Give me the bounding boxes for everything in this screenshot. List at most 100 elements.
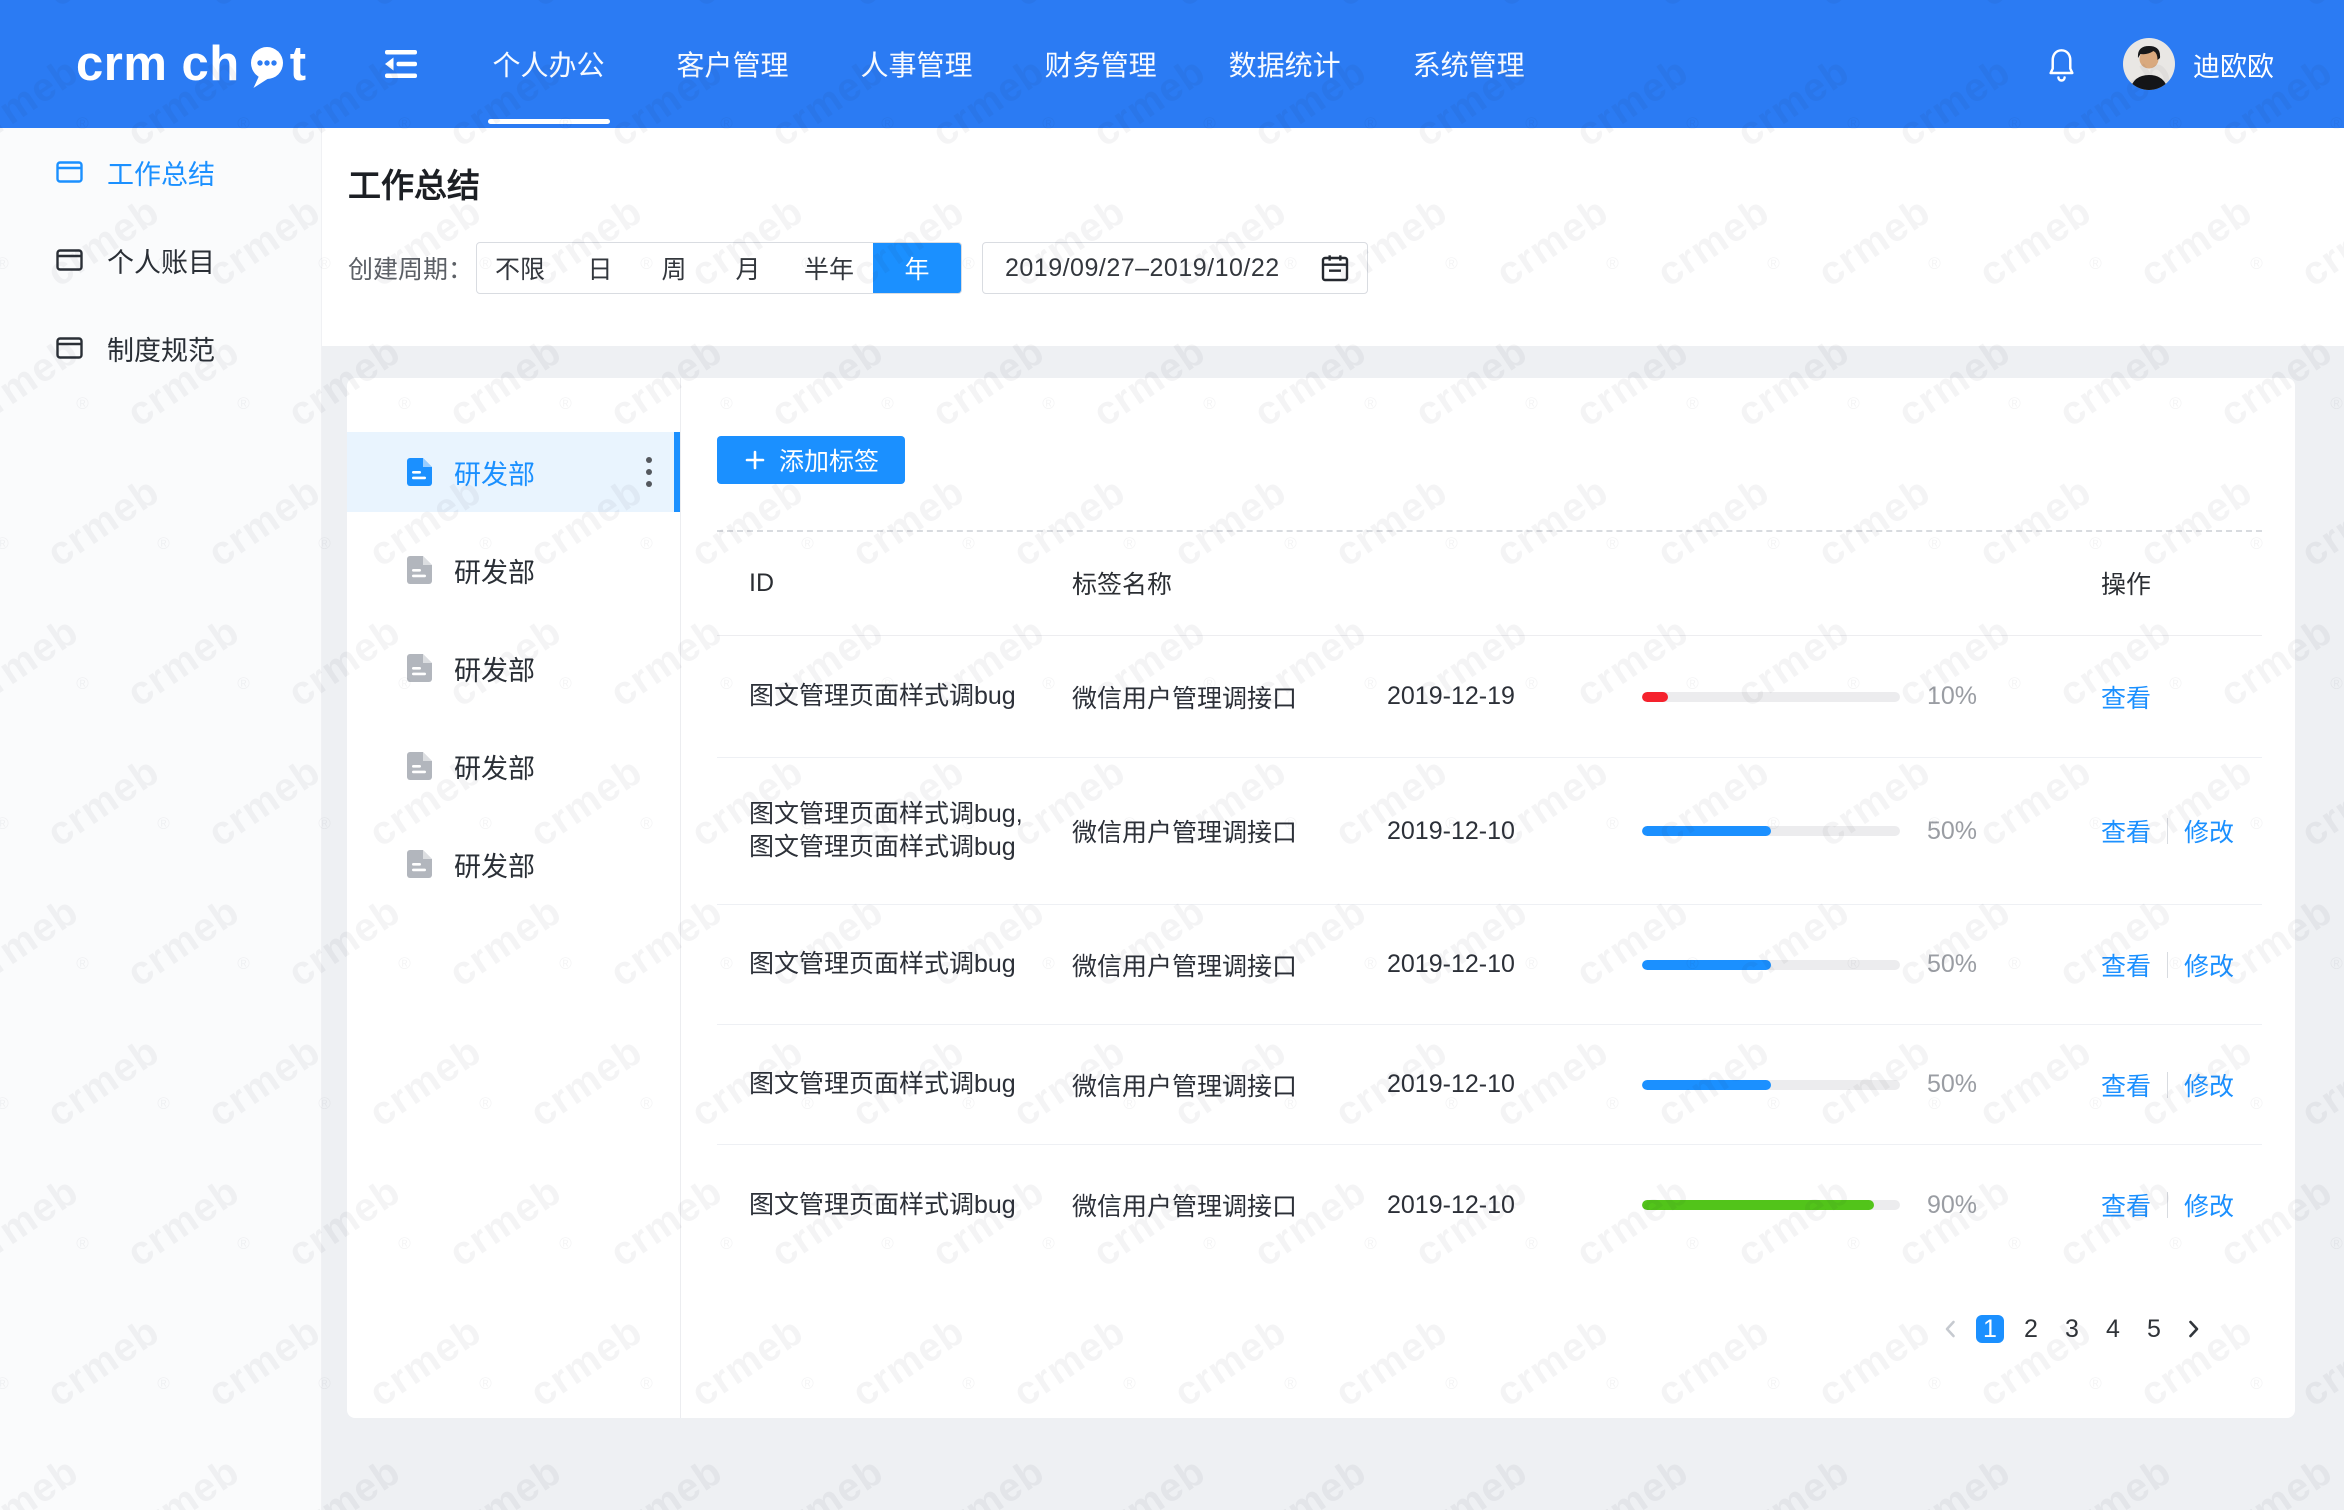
table-header-row: ID 标签名称 操作 [717, 532, 2262, 636]
cell-date: 2019-12-10 [1387, 1070, 1642, 1099]
watermark-tile: crmeb® [2051, 1449, 2180, 1510]
nav-item-4[interactable]: 财务管理 [1045, 0, 1157, 128]
action-divider [2167, 1192, 2168, 1218]
cell-percent: 50% [1915, 1070, 2015, 1099]
progress-track [1642, 1200, 1900, 1210]
progress-track [1642, 1080, 1900, 1090]
department-item-4[interactable]: 研发部 [347, 726, 680, 806]
department-item-label: 研发部 [454, 453, 535, 492]
pagination-next-icon[interactable] [2181, 1317, 2205, 1341]
page-title: 工作总结 [348, 128, 2344, 208]
sidebar-menu: 工作总结个人账目制度规范 [0, 128, 321, 392]
watermark-tile: crmeb® [1246, 1449, 1375, 1510]
progress-track [1642, 826, 1900, 836]
nav-item-label: 财务管理 [1045, 44, 1157, 84]
column-header-id: ID [717, 567, 1072, 600]
logo-text-right: t [290, 36, 307, 92]
view-link[interactable]: 查看 [2101, 679, 2151, 715]
date-range-input[interactable]: 2019/09/27–2019/10/22 [982, 242, 1368, 294]
view-link[interactable]: 查看 [2101, 1187, 2151, 1223]
notification-bell-icon[interactable] [2046, 46, 2077, 83]
cell-tag-name: 微信用户管理调接口 [1072, 679, 1387, 715]
app-logo: crm ch t [76, 36, 307, 92]
nav-item-5[interactable]: 数据统计 [1229, 0, 1341, 128]
pagination-page-2[interactable]: 2 [2017, 1315, 2045, 1343]
table-body: 图文管理页面样式调bug微信用户管理调接口2019-12-1910%查看图文管理… [717, 636, 2262, 1265]
edit-link[interactable]: 修改 [2184, 1187, 2234, 1223]
pagination-page-3[interactable]: 3 [2058, 1315, 2086, 1343]
id-line: 图文管理页面样式调bug [749, 680, 1072, 713]
period-option-6[interactable]: 年 [873, 243, 961, 293]
sidebar-item-3[interactable]: 制度规范 [0, 304, 321, 392]
edit-link[interactable]: 修改 [2184, 947, 2234, 983]
cell-progress [1642, 960, 1915, 970]
department-item-3[interactable]: 研发部 [347, 628, 680, 708]
cell-percent: 50% [1915, 950, 2015, 979]
pagination-page-4[interactable]: 4 [2099, 1315, 2127, 1343]
cell-progress [1642, 826, 1915, 836]
nav-item-3[interactable]: 人事管理 [861, 0, 973, 128]
cell-id: 图文管理页面样式调bug [717, 680, 1072, 713]
tags-table: ID 标签名称 操作 图文管理页面样式调bug微信用户管理调接口2019-12-… [717, 530, 2262, 1265]
edit-link[interactable]: 修改 [2184, 1067, 2234, 1103]
nav-item-1[interactable]: 个人办公 [493, 0, 605, 128]
watermark-tile: crmeb® [2293, 469, 2344, 576]
add-tag-button[interactable]: 添加标签 [717, 436, 905, 484]
progress-fill [1642, 1200, 1874, 1210]
progress-fill [1642, 960, 1771, 970]
cell-date: 2019-12-10 [1387, 950, 1642, 979]
nav-item-label: 系统管理 [1413, 44, 1525, 84]
document-icon [407, 752, 432, 780]
user-avatar[interactable] [2123, 38, 2175, 90]
page-head: 工作总结 创建周期： 不限日周月半年年 2019/09/27–2019/10/2… [322, 128, 2344, 346]
watermark-tile: crmeb® [441, 1449, 570, 1510]
chat-bubble-icon [246, 44, 288, 90]
cell-tag-name: 微信用户管理调接口 [1072, 947, 1387, 983]
department-item-2[interactable]: 研发部 [347, 530, 680, 610]
view-link[interactable]: 查看 [2101, 947, 2151, 983]
menu-fold-icon[interactable] [381, 46, 421, 82]
watermark-reg-mark: ® [2330, 954, 2344, 974]
sidebar-item-label: 工作总结 [107, 153, 215, 192]
pagination-page-1[interactable]: 1 [1976, 1315, 2004, 1343]
period-option-3[interactable]: 周 [637, 243, 711, 293]
sidebar-item-2[interactable]: 个人账目 [0, 216, 321, 304]
nav-item-label: 数据统计 [1229, 44, 1341, 84]
period-option-5[interactable]: 半年 [785, 243, 873, 293]
action-divider [2167, 1072, 2168, 1098]
progress-track [1642, 692, 1900, 702]
period-option-2[interactable]: 日 [563, 243, 637, 293]
department-item-1[interactable]: 研发部 [347, 432, 680, 512]
progress-fill [1642, 1080, 1771, 1090]
header-right: 迪欧欧 [2046, 38, 2344, 90]
edit-link[interactable]: 修改 [2184, 813, 2234, 849]
department-item-5[interactable]: 研发部 [347, 824, 680, 904]
add-tag-button-label: 添加标签 [779, 442, 879, 478]
period-segmented-control: 不限日周月半年年 [476, 242, 962, 294]
period-option-4[interactable]: 月 [711, 243, 785, 293]
view-link[interactable]: 查看 [2101, 813, 2151, 849]
nav-item-2[interactable]: 客户管理 [677, 0, 789, 128]
action-divider [2167, 952, 2168, 978]
table-row: 图文管理页面样式调bug微信用户管理调接口2019-12-1050%查看修改 [717, 905, 2262, 1025]
content-card: 研发部研发部研发部研发部研发部 添加标签 ID 标签名称 操作 图文管理页面样式… [347, 378, 2295, 1418]
window-icon [56, 161, 83, 183]
progress-fill [1642, 692, 1668, 702]
watermark-tile: crmeb® [2293, 1309, 2344, 1416]
table-row: 图文管理页面样式调bug微信用户管理调接口2019-12-1050%查看修改 [717, 1025, 2262, 1145]
nav-item-6[interactable]: 系统管理 [1413, 0, 1525, 128]
watermark-tile: crmeb® [2293, 1029, 2344, 1136]
view-link[interactable]: 查看 [2101, 1067, 2151, 1103]
period-option-1[interactable]: 不限 [477, 243, 563, 293]
table-row: 图文管理页面样式调bug微信用户管理调接口2019-12-1910%查看 [717, 636, 2262, 758]
calendar-icon [1319, 252, 1351, 284]
progress-track [1642, 960, 1900, 970]
department-list: 研发部研发部研发部研发部研发部 [347, 432, 680, 904]
user-name[interactable]: 迪欧欧 [2193, 45, 2274, 84]
cell-id: 图文管理页面样式调bug [717, 1189, 1072, 1222]
pagination-prev-icon[interactable] [1939, 1317, 1963, 1341]
sidebar-item-1[interactable]: 工作总结 [0, 128, 321, 216]
department-item-label: 研发部 [454, 551, 535, 590]
more-options-icon[interactable] [642, 453, 656, 491]
pagination-page-5[interactable]: 5 [2140, 1315, 2168, 1343]
